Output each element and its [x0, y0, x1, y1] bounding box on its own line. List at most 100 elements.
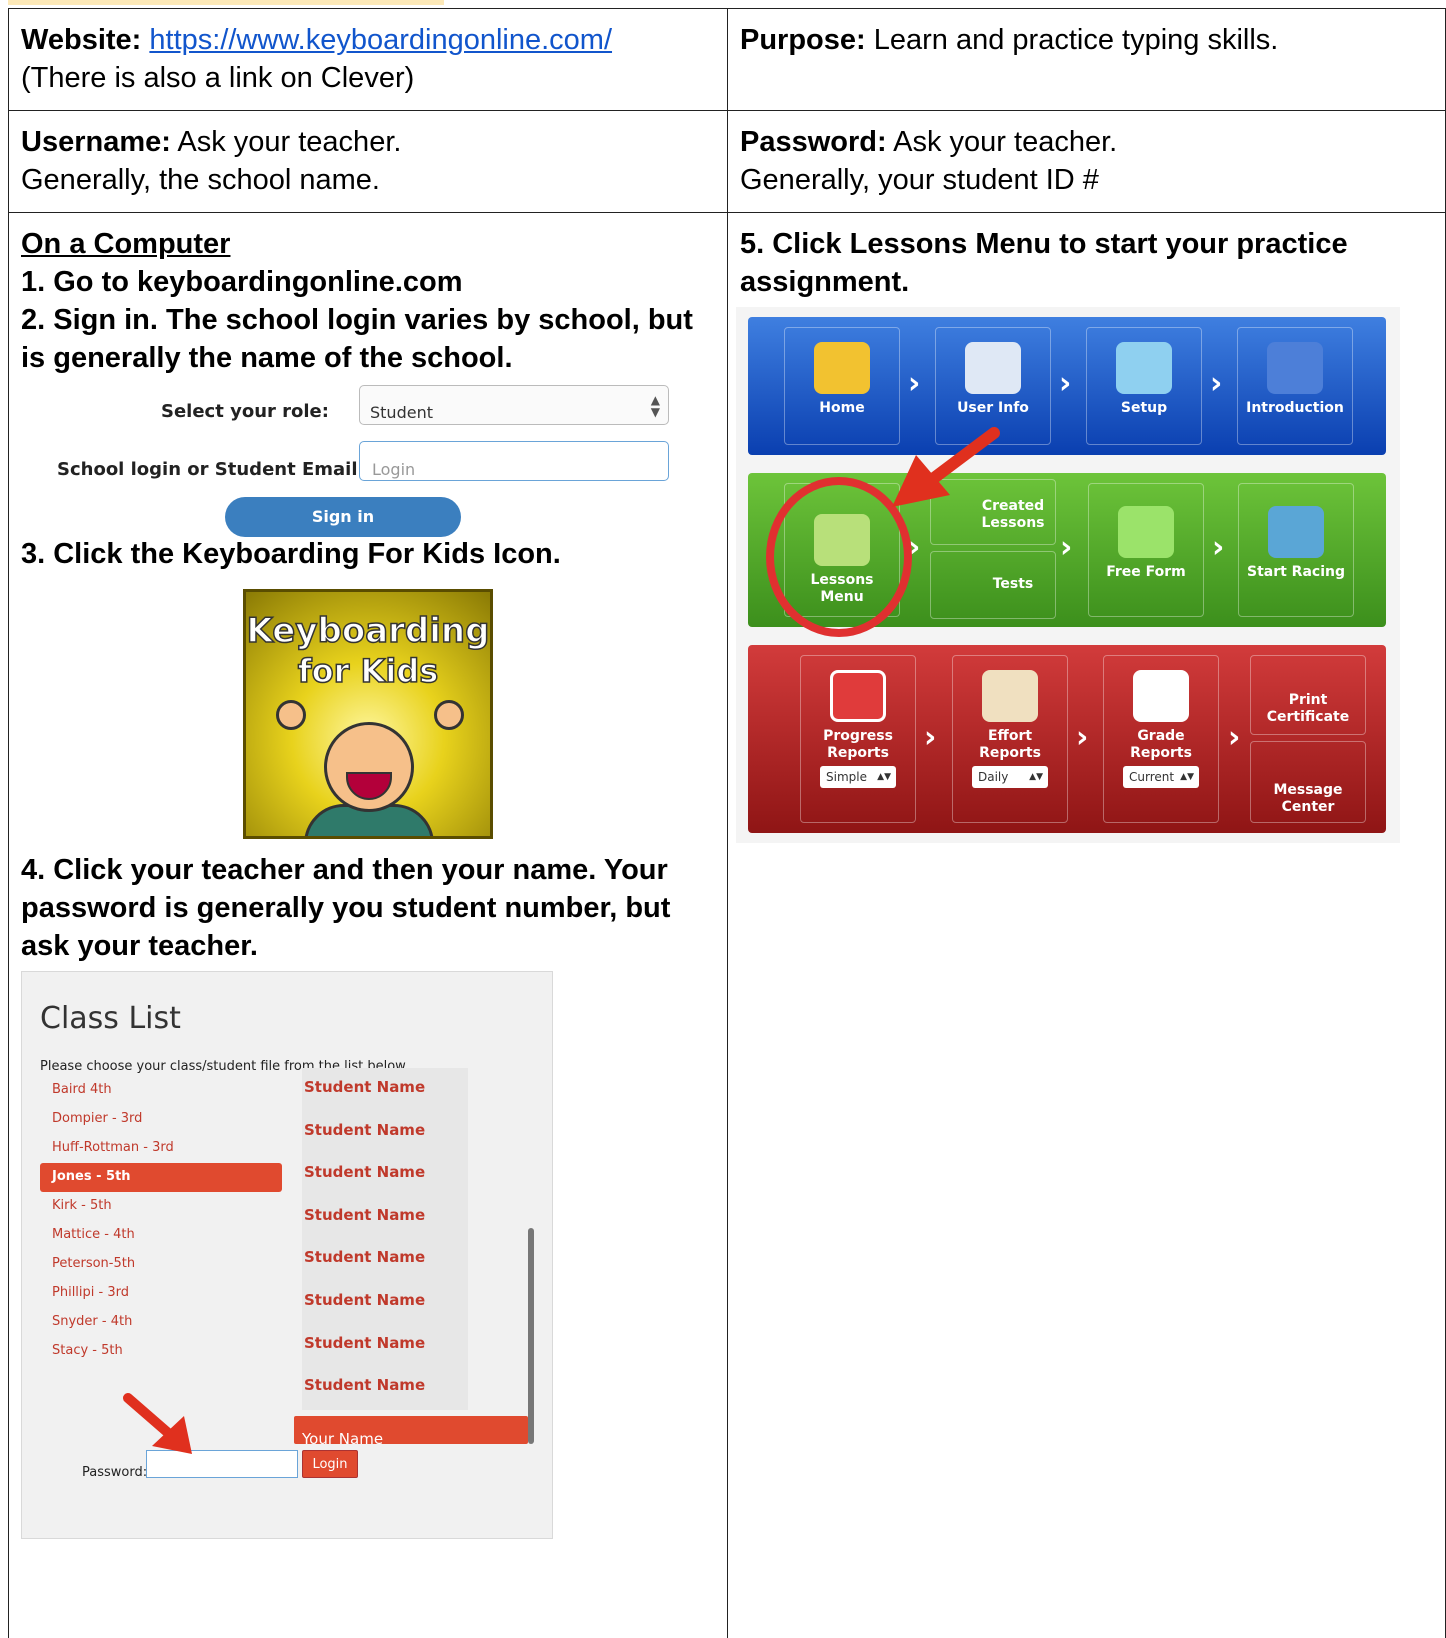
step-2: 2. Sign in. The school login varies by s…: [21, 304, 693, 374]
kids-icon-line1: Keyboarding: [246, 611, 490, 651]
print-certificate-tile[interactable]: Print Certificate: [1250, 655, 1366, 735]
student-list-scrollbar[interactable]: [528, 1228, 534, 1444]
grade-label-1: Grade: [1137, 728, 1185, 744]
website-note: (There is also a link on Clever): [21, 62, 415, 94]
password-label: Password:: [740, 126, 887, 158]
tests-tile[interactable]: Tests: [930, 551, 1056, 619]
free-form-tile[interactable]: Free Form: [1088, 483, 1204, 617]
racing-mascot-icon: [1268, 506, 1324, 558]
chevron-right-icon: ›: [924, 720, 937, 755]
your-name-item[interactable]: Your Name: [294, 1416, 528, 1448]
green-monitor-icon: [1118, 506, 1174, 558]
red-arrow-icon: [892, 427, 1000, 507]
id-card-icon: [965, 342, 1021, 394]
chevron-right-icon: ›: [1228, 720, 1241, 755]
student-item[interactable]: Student Name: [302, 1238, 468, 1281]
student-item[interactable]: Student Name: [302, 1324, 468, 1367]
signin-button[interactable]: Sign in: [225, 497, 461, 537]
introduction-label: Introduction: [1246, 400, 1344, 416]
student-item[interactable]: Student Name: [302, 1068, 468, 1111]
message-center-tile[interactable]: Message Center: [1250, 741, 1366, 823]
password-text: Ask your teacher.: [893, 126, 1118, 158]
print-label-2: Certificate: [1266, 709, 1350, 725]
effort-select-value: Daily: [978, 770, 1009, 784]
class-list-title: Class List: [40, 1001, 181, 1036]
dashboard-screenshot: Home › User Info › Setup › Introduction …: [736, 307, 1400, 843]
monitor-check-icon: [1116, 342, 1172, 394]
grade-select[interactable]: Current ▲▼: [1123, 766, 1199, 788]
start-racing-tile[interactable]: Start Racing: [1238, 483, 1354, 617]
grade-select-value: Current: [1129, 770, 1175, 784]
computer-heading: On a Computer: [21, 228, 231, 260]
kids-icon-line2: for Kids: [297, 651, 439, 691]
effort-label-2: Reports: [979, 745, 1041, 761]
class-item[interactable]: Dompier - 3rd: [40, 1105, 282, 1134]
login-input[interactable]: Login: [359, 441, 669, 481]
print-label-1: Print: [1288, 692, 1328, 708]
progress-select-value: Simple: [826, 770, 867, 784]
class-item[interactable]: Phillipi - 3rd: [40, 1279, 282, 1308]
effort-label-1: Effort: [987, 728, 1033, 744]
red-arrow-icon: [123, 1393, 192, 1454]
bar-graph-icon: [982, 670, 1038, 722]
purpose-label: Purpose:: [740, 24, 866, 56]
chevron-right-icon: ›: [1212, 530, 1225, 565]
class-item-selected[interactable]: Jones - 5th: [40, 1163, 282, 1192]
password-line2: Generally, your student ID #: [740, 164, 1099, 196]
chevron-right-icon: ›: [1060, 530, 1073, 565]
class-item[interactable]: Mattice - 4th: [40, 1221, 282, 1250]
student-item[interactable]: Student Name: [302, 1366, 468, 1409]
class-item[interactable]: Kirk - 5th: [40, 1192, 282, 1221]
message-label-2: Center: [1281, 799, 1335, 815]
chevron-right-icon: ›: [1059, 366, 1072, 401]
select-arrows-icon: ▲▼: [650, 393, 660, 419]
progress-reports-tile[interactable]: Progress Reports Simple ▲▼: [800, 655, 916, 823]
effort-select[interactable]: Daily ▲▼: [972, 766, 1048, 788]
student-item[interactable]: Student Name: [302, 1111, 468, 1154]
class-item[interactable]: Peterson-5th: [40, 1250, 282, 1279]
star-monitor-icon: [830, 670, 886, 722]
class-item[interactable]: Huff-Rottman - 3rd: [40, 1134, 282, 1163]
role-label: Select your role:: [161, 401, 329, 422]
username-cell: Username: Ask your teacher. Generally, t…: [8, 110, 728, 213]
select-arrows-icon: ▲▼: [1029, 772, 1043, 782]
student-item[interactable]: Student Name: [302, 1281, 468, 1324]
class-item[interactable]: Stacy - 5th: [40, 1337, 282, 1366]
website-label: Website:: [21, 24, 142, 56]
red-menu-row: Progress Reports Simple ▲▼ › Effort Repor…: [748, 645, 1386, 833]
class-item[interactable]: Baird 4th: [40, 1076, 282, 1105]
setup-tile[interactable]: Setup: [1086, 327, 1202, 445]
step-1: 1. Go to keyboardingonline.com: [21, 266, 463, 298]
grade-reports-tile[interactable]: Grade Reports Current ▲▼: [1103, 655, 1219, 823]
class-login-button[interactable]: Login: [302, 1450, 358, 1478]
blue-menu-row: Home › User Info › Setup › Introduction: [748, 317, 1386, 455]
student-item[interactable]: Student Name: [302, 1196, 468, 1239]
chevron-right-icon: ›: [908, 366, 921, 401]
progress-label-2: Reports: [827, 745, 889, 761]
website-link[interactable]: https://www.keyboardingonline.com/: [149, 24, 612, 56]
progress-select[interactable]: Simple ▲▼: [820, 766, 896, 788]
message-label-1: Message: [1273, 782, 1343, 798]
student-item[interactable]: Student Name: [302, 1153, 468, 1196]
purpose-cell: Purpose: Learn and practice typing skill…: [727, 8, 1446, 111]
instructions-table: Website: https://www.keyboardingonline.c…: [8, 8, 1446, 1638]
login-label: School login or Student Email: [57, 459, 358, 480]
step-5: 5. Click Lessons Menu to start your prac…: [740, 228, 1348, 298]
password-cell: Password: Ask your teacher. Generally, y…: [727, 110, 1446, 213]
home-tile[interactable]: Home: [784, 327, 900, 445]
keyboard-icon: [1267, 342, 1323, 394]
kid-fist-left-icon: [276, 700, 306, 730]
setup-label: Setup: [1120, 400, 1168, 416]
keyboarding-for-kids-icon[interactable]: Keyboarding for Kids: [243, 589, 493, 839]
lessons-menu-cell: 5. Click Lessons Menu to start your prac…: [727, 212, 1446, 1638]
website-cell: Website: https://www.keyboardingonline.c…: [8, 8, 728, 111]
tests-label: Tests: [992, 576, 1034, 592]
start-racing-label: Start Racing: [1246, 564, 1345, 580]
home-label: Home: [819, 400, 865, 416]
role-select[interactable]: Student ▲ ▼: [359, 385, 669, 425]
username-line2: Generally, the school name.: [21, 164, 380, 196]
effort-reports-tile[interactable]: Effort Reports Daily ▲▼: [952, 655, 1068, 823]
introduction-tile[interactable]: Introduction: [1237, 327, 1353, 445]
class-item[interactable]: Snyder - 4th: [40, 1308, 282, 1337]
username-label: Username:: [21, 126, 171, 158]
